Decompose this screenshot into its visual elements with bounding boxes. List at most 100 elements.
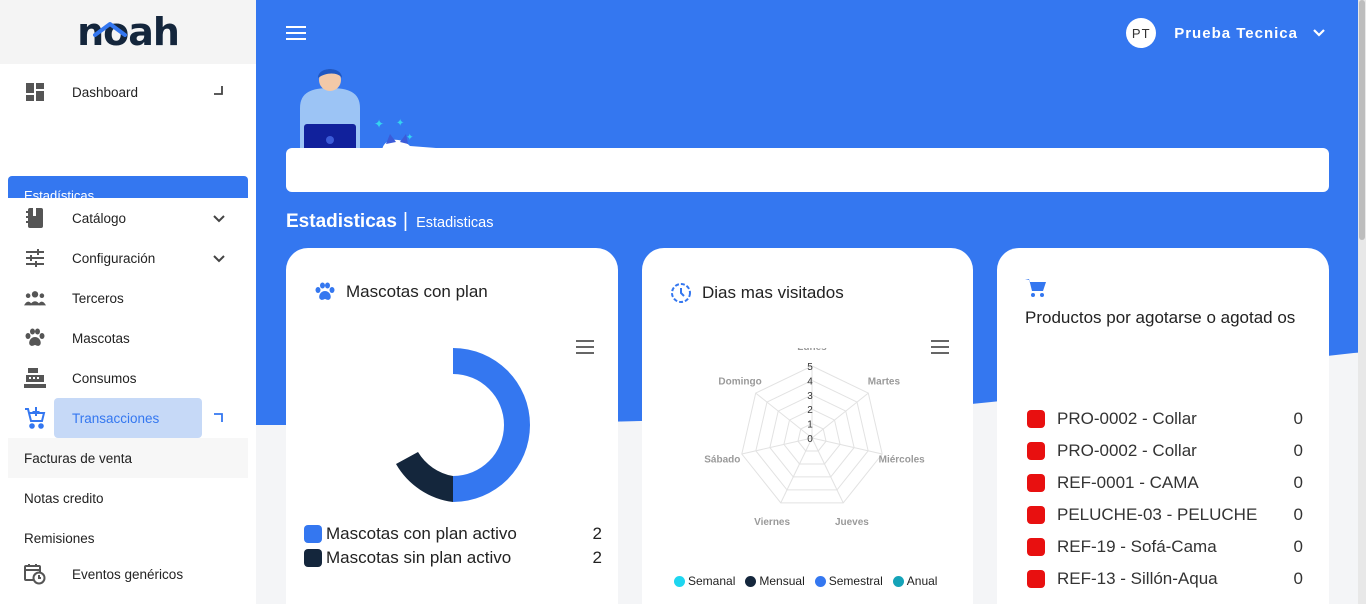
legend-label: Semanal [688,574,736,588]
radar-legend: Semanal Mensual Semestral Anual [674,574,947,588]
status-square [1027,538,1045,556]
radar-axis-label: Domingo [718,377,761,388]
chart-menu-icon[interactable] [576,340,594,359]
sidebar-subitem-estadisticas[interactable]: Estadísticas [8,176,248,198]
page-title-row: Estadisticas | Estadisticas [286,210,493,233]
card-mascotas-con-plan: Mascotas con plan Mascotas con plan acti… [286,248,618,604]
card-title: Dias mas visitados [670,282,844,304]
product-value: 0 [1293,473,1303,492]
legend-item[interactable]: Semanal [674,574,735,588]
user-menu[interactable]: PT Prueba Tecnica [1126,18,1326,48]
list-item[interactable]: REF-19 - Sofá-Cama 0 [1027,531,1303,563]
legend-swatch [304,549,322,567]
cart-plus-icon [24,407,46,429]
radar-scale-label: 3 [807,391,813,402]
sidebar-item-label: Catálogo [72,210,127,226]
card-title-text: Productos por agotarse o agotad os [1025,308,1296,327]
chevron-down-icon [212,252,226,267]
product-label: REF-13 - Sillón-Aqua [1057,569,1218,588]
sidebar-item-terceros[interactable]: Terceros [0,278,256,318]
cart-icon [1025,278,1047,303]
hamburger-menu-icon[interactable] [286,26,306,45]
legend-value: 2 [592,524,602,543]
title-separator: | [402,210,409,232]
avatar: PT [1126,18,1157,48]
product-value: 0 [1293,441,1303,460]
radar-axis-line [811,437,844,504]
noah-logo[interactable]: noah [77,10,180,54]
sidebar-item-configuracion[interactable]: Configuración [0,238,256,278]
sidebar-item-label: Notas credito [24,490,104,506]
chevron-down-icon [212,212,226,227]
sidebar-item-label: Eventos genéricos [72,566,184,582]
sidebar-subitem-facturas[interactable]: Facturas de venta [8,438,248,478]
radar-axis-label: Viernes [754,517,790,528]
status-square [1027,506,1045,524]
radar-axis-line [780,437,813,504]
list-item[interactable]: PRO-0002 - Collar 0 [1027,435,1303,467]
sidebar-item-label: Estadísticas [24,188,95,198]
sidebar-item-label: Facturas de venta [24,450,133,466]
legend-dot [674,575,685,587]
paw-icon [314,282,336,302]
legend-swatch [304,525,322,543]
list-item[interactable]: REF-0001 - CAMA 0 [1027,467,1303,499]
svg-text:✦: ✦ [374,117,384,131]
sidebar-item-consumos[interactable]: Consumos [0,358,256,398]
radar-scale-label: 2 [807,405,813,416]
legend-label: Mensual [759,574,805,588]
sidebar-item-eventos[interactable]: Eventos genéricos [0,554,256,594]
product-label: REF-19 - Sofá-Cama [1057,537,1217,556]
status-square [1027,570,1045,588]
legend-item[interactable]: Anual [892,574,937,588]
legend-item[interactable]: Mascotas sin plan activo 2 [304,548,604,568]
radar-scale-label: 5 [807,362,813,373]
logo-area: noah [0,0,256,64]
collapse-corner-icon [212,84,224,99]
card-title-text: Dias mas visitados [702,283,844,302]
clock-history-icon [670,282,692,304]
radar-scale-label: 1 [807,420,813,431]
sidebar-subitem-remisiones[interactable]: Remisiones [8,518,248,558]
sidebar-item-dashboard[interactable]: Dashboard [0,72,256,112]
card-title: Mascotas con plan [314,282,488,302]
sidebar-subitem-notas-credito[interactable]: Notas credito [8,478,248,518]
legend-dot [745,575,757,587]
legend-item[interactable]: Mensual [745,574,805,588]
sidebar-item-label: Transacciones [72,410,160,426]
donut-slice-con-plan[interactable] [453,348,530,502]
product-value: 0 [1293,505,1303,524]
sidebar-item-label: Mascotas [72,330,130,346]
search-bar[interactable] [286,148,1329,192]
radar-scale-label: 0 [807,434,813,445]
radar-axis-label: Jueves [835,517,869,528]
legend-label: Mascotas sin plan activo [326,548,512,567]
sidebar-item-transacciones[interactable]: Transacciones [0,398,256,438]
legend-item[interactable]: Mascotas con plan activo 2 [304,524,604,544]
product-label: PRO-0002 - Collar [1057,441,1197,460]
cash-register-icon [24,367,46,389]
chevron-down-icon [1312,28,1326,38]
list-item[interactable]: REF-13 - Sillón-Aqua 0 [1027,563,1303,595]
product-value: 0 [1293,569,1303,588]
sliders-icon [24,247,46,269]
expand-corner-icon [212,412,224,427]
card-title-text: Mascotas con plan [346,282,488,301]
list-item[interactable]: PRO-0002 - Collar 0 [1027,403,1303,435]
donut-slice-sin-plan[interactable] [396,452,453,502]
product-label: PRO-0002 - Collar [1057,409,1197,428]
legend-dot [892,575,904,587]
svg-text:✦: ✦ [396,118,404,129]
legend-label: Semestral [828,574,883,588]
user-name: Prueba Tecnica [1174,24,1298,42]
donut-chart [396,348,530,502]
sidebar-item-mascotas[interactable]: Mascotas [0,318,256,358]
status-square [1027,474,1045,492]
sidebar-item-catalogo[interactable]: Catálogo [0,198,256,238]
scrollbar-thumb[interactable] [1359,0,1365,240]
legend-item[interactable]: Semestral [814,574,883,588]
radar-axis-label: Martes [868,377,901,388]
scrollbar-track[interactable] [1358,0,1366,604]
logo-roof-icon [93,2,128,46]
list-item[interactable]: PELUCHE-03 - PELUCHE 0 [1027,499,1303,531]
